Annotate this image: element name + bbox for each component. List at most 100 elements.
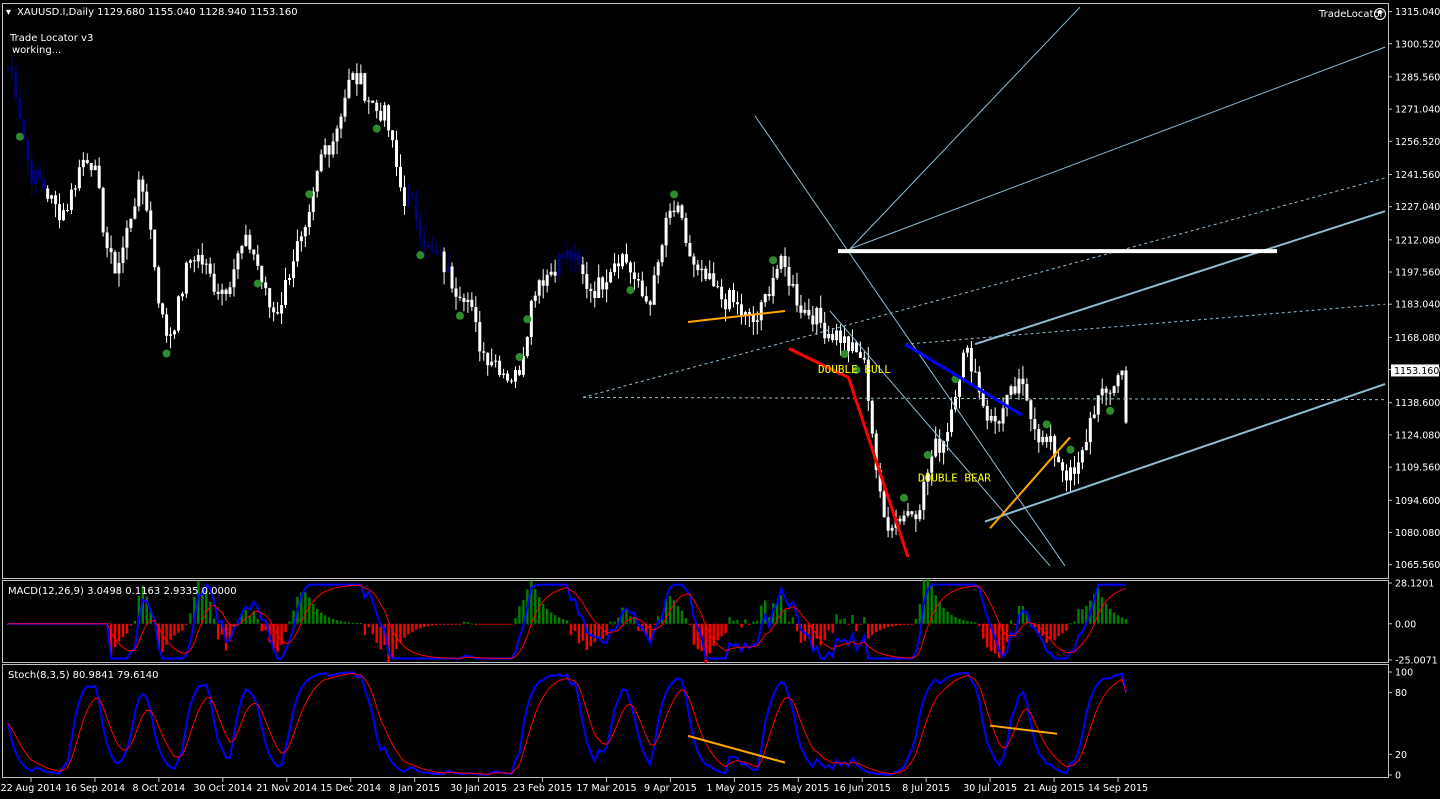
price-bar [149, 210, 153, 230]
macd-histogram-bar [1097, 588, 1100, 624]
macd-histogram-bar [867, 623, 870, 639]
price-bar [771, 277, 775, 297]
price-bar [708, 273, 712, 280]
macd-histogram-bar [1061, 623, 1064, 634]
price-bar [145, 191, 149, 211]
price-bar [882, 491, 886, 518]
macd-histogram-bar [1065, 623, 1068, 631]
price-bar [85, 159, 89, 164]
price-bar [739, 304, 743, 316]
macd-histogram-bar [248, 616, 252, 624]
macd-histogram-bar [736, 619, 739, 624]
price-tick-label: 1065.560 [1395, 560, 1440, 571]
price-bar [422, 237, 426, 248]
price-bar [224, 289, 228, 294]
price-tick-label: 1315.040 [1395, 7, 1440, 18]
macd-histogram-bar [986, 623, 989, 648]
price-bar [69, 189, 73, 210]
price-bar [553, 271, 557, 276]
price-bar [775, 268, 779, 278]
macd-histogram-bar [316, 608, 319, 624]
price-bar [1116, 375, 1120, 387]
macd-histogram-bar [494, 623, 497, 625]
price-bar [1057, 456, 1061, 463]
price-bar [787, 266, 791, 286]
macd-histogram-bar [347, 622, 351, 624]
price-chart[interactable]: DOUBLE BULL DOUBLE BEAR 1315.040 1300.520 1… [0, 0, 1440, 795]
price-bar [153, 229, 157, 268]
price-bar [843, 336, 847, 343]
time-tick-label: 8 Jul 2015 [902, 783, 950, 794]
macd-histogram-bar [946, 611, 949, 624]
macd-histogram-bar [871, 623, 874, 635]
price-tick-label: 1256.520 [1395, 137, 1440, 148]
price-bar [121, 247, 125, 263]
macd-histogram-bar [542, 603, 545, 624]
price-bar [509, 380, 513, 382]
price-bar [803, 309, 807, 313]
pivot-dot [523, 315, 532, 324]
price-bar [173, 330, 177, 335]
pivot-dot [923, 450, 932, 459]
macd-histogram-bar [787, 621, 791, 624]
price-bar [700, 268, 704, 271]
macd-histogram-bar [890, 623, 894, 627]
macd-histogram-bar [423, 623, 426, 628]
price-bar [434, 250, 438, 253]
price-bar [850, 342, 854, 352]
macd-histogram-bar [288, 621, 291, 624]
price-tick-label: 1197.560 [1395, 268, 1440, 279]
price-bar [961, 352, 965, 378]
macd-histogram-bar [1057, 623, 1060, 637]
price-bar [652, 275, 656, 305]
price-bar [692, 256, 696, 265]
price-bar [525, 336, 529, 357]
macd-histogram-bar [490, 623, 493, 625]
price-bar [1021, 378, 1025, 385]
macd-histogram-bar [1112, 612, 1116, 624]
macd-histogram-bar [216, 623, 220, 640]
price-bar [307, 211, 311, 228]
stoch-tick-label: 100 [1395, 668, 1413, 679]
price-bar [1120, 370, 1124, 376]
macd-histogram-bar [363, 623, 367, 635]
price-bar [728, 290, 732, 310]
price-bar [759, 302, 763, 321]
macd-histogram-bar [438, 623, 442, 625]
pivot-dot [769, 256, 778, 265]
price-bar [1076, 462, 1080, 474]
price-bar [454, 288, 458, 297]
price-bar [632, 272, 636, 280]
price-bar [755, 320, 759, 322]
price-bar [585, 273, 589, 289]
macd-histogram-bar [966, 620, 969, 624]
macd-histogram-bar [534, 589, 537, 624]
macd-histogram-bar [906, 623, 910, 625]
price-bar [656, 262, 660, 276]
macd-histogram-bar [276, 623, 279, 652]
price-bar [494, 360, 498, 362]
price-bar [295, 241, 299, 262]
macd-histogram-bar [859, 623, 862, 625]
price-bar [240, 245, 244, 254]
macd-histogram-bar [855, 623, 858, 632]
macd-histogram-bar [954, 617, 957, 624]
price-bar [1068, 467, 1072, 481]
price-bar [232, 269, 236, 288]
price-bar [244, 234, 248, 246]
price-bar [284, 280, 288, 306]
price-bar [624, 254, 628, 263]
price-bar [398, 166, 402, 188]
dropdown-arrow-icon[interactable]: ▾ [6, 7, 11, 18]
price-bar [854, 342, 858, 353]
price-bar [458, 296, 462, 299]
price-bar [169, 334, 173, 336]
price-bar [446, 266, 450, 273]
price-bar [1001, 408, 1005, 424]
price-bar [1108, 392, 1112, 394]
macd-histogram-bar [545, 608, 549, 624]
price-bar [26, 140, 30, 161]
macd-histogram-bar [1045, 623, 1048, 643]
macd-histogram-bar [355, 622, 359, 624]
price-bar [549, 271, 553, 275]
